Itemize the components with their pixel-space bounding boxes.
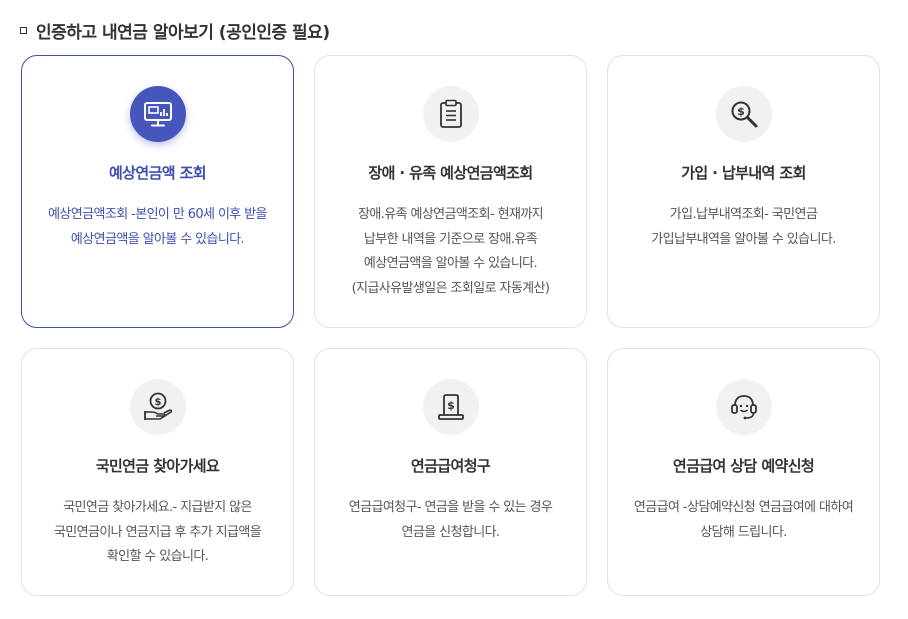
card-pension-benefit-claim[interactable]: $ 연금급여청구 연금급여청구- 연금을 받을 수 있는 경우 연금을 신청합니… [314, 348, 587, 596]
card-title: 연금급여청구 [410, 457, 491, 475]
card-description-line: 장애.유족 예상연금액조회- 현재까지 [357, 207, 544, 222]
card-description-line: 예상연금액을 알아볼 수 있습니다. [363, 256, 538, 271]
card-description-line: (지급사유발생일은 조회일로 자동계산) [351, 280, 550, 296]
card-description-line: 상담해 드립니다. [700, 524, 787, 540]
card-description: 예상연금액조회 -본인이 만 60세 이후 받을 예상연금액을 알아볼 수 있습… [48, 203, 267, 252]
card-description-line: 연금급여 -상담예약신청 연금급여에 대하여 [633, 500, 854, 515]
card-description-line: 국민연금 찾아가세요.- 지급받지 않은 [63, 500, 252, 515]
card-description: 연금급여 -상담예약신청 연금급여에 대하여 상담해 드립니다. [633, 496, 854, 545]
card-subscription-payment-history[interactable]: $ 가입 · 납부내역 조회 가입.납부내역조회- 국민연금 가입납부내역을 알… [607, 55, 880, 328]
card-description-line: 연금을 신청합니다. [401, 524, 501, 540]
card-title: 연금급여 상담 예약신청 [672, 457, 815, 475]
card-icon-circle [715, 379, 772, 435]
headset-icon [730, 395, 757, 420]
svg-text:$: $ [447, 399, 455, 412]
card-description-line: 예상연금액을 알아볼 수 있습니다. [70, 231, 245, 247]
section-title-text: 인증하고 내연금 알아보기 (공인인증 필요) [36, 22, 330, 43]
card-description-line: 예상연금액조회 -본인이 만 60세 이후 받을 [48, 207, 267, 222]
card-description-line: 납부한 내역을 기준으로 장애.유족 [363, 231, 538, 247]
card-title: 국민연금 찾아가세요 [95, 457, 220, 475]
hand-coin-icon: $ [143, 392, 172, 420]
card-description-line: 국민연금이나 연금지급 후 추가 지급액을 [53, 524, 262, 540]
card-title: 예상연금액 조회 [108, 164, 207, 182]
svg-text:$: $ [737, 105, 745, 118]
card-icon-circle: $ [715, 86, 772, 142]
card-disability-survivor-inquiry[interactable]: 장애 · 유족 예상연금액조회 장애.유족 예상연금액조회- 현재까지 납부한 … [314, 55, 587, 328]
card-icon-circle [422, 86, 479, 142]
card-find-national-pension[interactable]: $ 국민연금 찾아가세요 국민연금 찾아가세요.- 지급받지 않은 국민연금이나… [21, 348, 294, 596]
document-dollar-icon: $ [437, 394, 464, 420]
section-title: 인증하고 내연금 알아보기 (공인인증 필요) [20, 18, 330, 43]
card-icon-circle: $ [422, 379, 479, 435]
monitor-chart-icon [143, 102, 172, 127]
magnifier-dollar-icon: $ [731, 101, 757, 128]
card-icon-circle: $ [129, 379, 186, 435]
square-bullet-icon [20, 26, 27, 34]
card-title: 가입 · 납부내역 조회 [681, 164, 806, 182]
service-card-grid: 예상연금액 조회 예상연금액조회 -본인이 만 60세 이후 받을 예상연금액을… [21, 55, 880, 596]
svg-text:$: $ [154, 397, 161, 408]
card-description: 가입.납부내역조회- 국민연금 가입납부내역을 알아볼 수 있습니다. [651, 203, 836, 252]
card-description: 국민연금 찾아가세요.- 지급받지 않은 국민연금이나 연금지급 후 추가 지급… [53, 496, 262, 570]
card-description-line: 가입납부내역을 알아볼 수 있습니다. [651, 231, 836, 247]
card-title: 장애 · 유족 예상연금액조회 [368, 164, 533, 182]
card-expected-pension-inquiry[interactable]: 예상연금액 조회 예상연금액조회 -본인이 만 60세 이후 받을 예상연금액을… [21, 55, 294, 328]
card-description-line: 확인할 수 있습니다. [106, 549, 209, 564]
card-icon-circle [129, 86, 186, 142]
clipboard-icon [439, 99, 462, 128]
card-description-line: 가입.납부내역조회- 국민연금 [669, 207, 818, 222]
card-description: 연금급여청구- 연금을 받을 수 있는 경우 연금을 신청합니다. [349, 496, 553, 545]
card-consultation-reservation[interactable]: 연금급여 상담 예약신청 연금급여 -상담예약신청 연금급여에 대하여 상담해 … [607, 348, 880, 596]
card-description: 장애.유족 예상연금액조회- 현재까지 납부한 내역을 기준으로 장애.유족 예… [352, 203, 550, 301]
card-description-line: 연금급여청구- 연금을 받을 수 있는 경우 [348, 500, 553, 515]
